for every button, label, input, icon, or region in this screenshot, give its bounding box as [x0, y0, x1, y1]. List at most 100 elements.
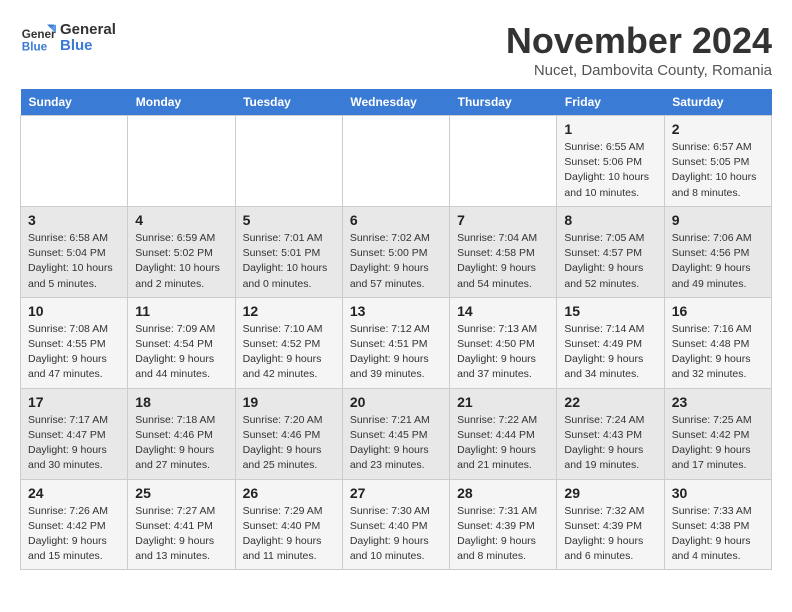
calendar-cell: 19 Sunrise: 7:20 AM Sunset: 4:46 PM Dayli… [235, 388, 342, 479]
day-info: Sunrise: 7:25 AM Sunset: 4:42 PM Dayligh… [672, 413, 764, 474]
day-number: 13 [350, 303, 442, 319]
calendar-cell: 12 Sunrise: 7:10 AM Sunset: 4:52 PM Dayli… [235, 297, 342, 388]
day-number: 30 [672, 485, 764, 501]
calendar-cell: 24 Sunrise: 7:26 AM Sunset: 4:42 PM Dayli… [21, 479, 128, 570]
calendar-cell [128, 116, 235, 207]
day-info: Sunrise: 6:57 AM Sunset: 5:05 PM Dayligh… [672, 140, 764, 201]
calendar-cell: 26 Sunrise: 7:29 AM Sunset: 4:40 PM Dayli… [235, 479, 342, 570]
day-number: 22 [564, 394, 656, 410]
week-row-5: 24 Sunrise: 7:26 AM Sunset: 4:42 PM Dayli… [21, 479, 772, 570]
day-number: 2 [672, 121, 764, 137]
day-info: Sunrise: 7:12 AM Sunset: 4:51 PM Dayligh… [350, 322, 442, 383]
day-number: 16 [672, 303, 764, 319]
logo-text-general: General [60, 22, 116, 39]
day-number: 3 [28, 212, 120, 228]
day-info: Sunrise: 7:31 AM Sunset: 4:39 PM Dayligh… [457, 504, 549, 565]
calendar-cell: 9 Sunrise: 7:06 AM Sunset: 4:56 PM Daylig… [664, 206, 771, 297]
day-number: 17 [28, 394, 120, 410]
day-number: 20 [350, 394, 442, 410]
calendar-cell: 28 Sunrise: 7:31 AM Sunset: 4:39 PM Dayli… [450, 479, 557, 570]
calendar-table: SundayMondayTuesdayWednesdayThursdayFrid… [20, 89, 772, 570]
day-number: 9 [672, 212, 764, 228]
day-number: 1 [564, 121, 656, 137]
day-info: Sunrise: 7:01 AM Sunset: 5:01 PM Dayligh… [243, 231, 335, 292]
day-info: Sunrise: 7:32 AM Sunset: 4:39 PM Dayligh… [564, 504, 656, 565]
calendar-cell: 21Sunrise: 7:22 AM Sunset: 4:44 PM Dayli… [450, 388, 557, 479]
day-info: Sunrise: 7:17 AM Sunset: 4:47 PM Dayligh… [28, 413, 120, 474]
calendar-cell: 2 Sunrise: 6:57 AM Sunset: 5:05 PM Daylig… [664, 116, 771, 207]
week-row-4: 17 Sunrise: 7:17 AM Sunset: 4:47 PM Dayli… [21, 388, 772, 479]
day-info: Sunrise: 7:24 AM Sunset: 4:43 PM Dayligh… [564, 413, 656, 474]
calendar-cell: 30 Sunrise: 7:33 AM Sunset: 4:38 PM Dayli… [664, 479, 771, 570]
calendar-cell: 22 Sunrise: 7:24 AM Sunset: 4:43 PM Dayli… [557, 388, 664, 479]
header-wednesday: Wednesday [342, 89, 449, 116]
day-info: Sunrise: 7:33 AM Sunset: 4:38 PM Dayligh… [672, 504, 764, 565]
calendar-cell: 29 Sunrise: 7:32 AM Sunset: 4:39 PM Dayli… [557, 479, 664, 570]
calendar-cell: 1 Sunrise: 6:55 AM Sunset: 5:06 PM Daylig… [557, 116, 664, 207]
day-info: Sunrise: 7:18 AM Sunset: 4:46 PM Dayligh… [135, 413, 227, 474]
day-number: 4 [135, 212, 227, 228]
day-info: Sunrise: 7:14 AM Sunset: 4:49 PM Dayligh… [564, 322, 656, 383]
page-header: General Blue General Blue November 2024 … [20, 20, 772, 79]
svg-text:Blue: Blue [22, 41, 48, 54]
day-info: Sunrise: 7:06 AM Sunset: 4:56 PM Dayligh… [672, 231, 764, 292]
title-area: November 2024 Nucet, Dambovita County, R… [506, 20, 772, 79]
week-row-3: 10Sunrise: 7:08 AM Sunset: 4:55 PM Dayli… [21, 297, 772, 388]
day-info: Sunrise: 7:26 AM Sunset: 4:42 PM Dayligh… [28, 504, 120, 565]
calendar-cell: 23Sunrise: 7:25 AM Sunset: 4:42 PM Dayli… [664, 388, 771, 479]
day-info: Sunrise: 7:30 AM Sunset: 4:40 PM Dayligh… [350, 504, 442, 565]
calendar-cell: 11Sunrise: 7:09 AM Sunset: 4:54 PM Dayli… [128, 297, 235, 388]
calendar-cell: 27 Sunrise: 7:30 AM Sunset: 4:40 PM Dayli… [342, 479, 449, 570]
header-saturday: Saturday [664, 89, 771, 116]
calendar-cell: 10Sunrise: 7:08 AM Sunset: 4:55 PM Dayli… [21, 297, 128, 388]
day-number: 14 [457, 303, 549, 319]
day-number: 11 [135, 303, 227, 319]
calendar-cell [450, 116, 557, 207]
header-friday: Friday [557, 89, 664, 116]
day-number: 5 [243, 212, 335, 228]
day-number: 19 [243, 394, 335, 410]
day-number: 18 [135, 394, 227, 410]
day-info: Sunrise: 7:13 AM Sunset: 4:50 PM Dayligh… [457, 322, 549, 383]
location-subtitle: Nucet, Dambovita County, Romania [506, 62, 772, 79]
day-number: 28 [457, 485, 549, 501]
day-number: 24 [28, 485, 120, 501]
day-info: Sunrise: 7:27 AM Sunset: 4:41 PM Dayligh… [135, 504, 227, 565]
week-row-1: 1 Sunrise: 6:55 AM Sunset: 5:06 PM Daylig… [21, 116, 772, 207]
day-info: Sunrise: 7:02 AM Sunset: 5:00 PM Dayligh… [350, 231, 442, 292]
day-info: Sunrise: 7:04 AM Sunset: 4:58 PM Dayligh… [457, 231, 549, 292]
day-info: Sunrise: 7:05 AM Sunset: 4:57 PM Dayligh… [564, 231, 656, 292]
calendar-cell: 5 Sunrise: 7:01 AM Sunset: 5:01 PM Daylig… [235, 206, 342, 297]
calendar-cell: 6Sunrise: 7:02 AM Sunset: 5:00 PM Daylig… [342, 206, 449, 297]
day-number: 27 [350, 485, 442, 501]
calendar-cell: 8Sunrise: 7:05 AM Sunset: 4:57 PM Daylig… [557, 206, 664, 297]
day-info: Sunrise: 7:16 AM Sunset: 4:48 PM Dayligh… [672, 322, 764, 383]
day-number: 29 [564, 485, 656, 501]
calendar-cell: 13 Sunrise: 7:12 AM Sunset: 4:51 PM Dayli… [342, 297, 449, 388]
day-number: 12 [243, 303, 335, 319]
header-thursday: Thursday [450, 89, 557, 116]
calendar-header: SundayMondayTuesdayWednesdayThursdayFrid… [21, 89, 772, 116]
day-info: Sunrise: 7:22 AM Sunset: 4:44 PM Dayligh… [457, 413, 549, 474]
day-info: Sunrise: 7:29 AM Sunset: 4:40 PM Dayligh… [243, 504, 335, 565]
day-number: 7 [457, 212, 549, 228]
day-info: Sunrise: 7:20 AM Sunset: 4:46 PM Dayligh… [243, 413, 335, 474]
day-number: 25 [135, 485, 227, 501]
day-info: Sunrise: 6:59 AM Sunset: 5:02 PM Dayligh… [135, 231, 227, 292]
header-row: SundayMondayTuesdayWednesdayThursdayFrid… [21, 89, 772, 116]
calendar-cell: 4 Sunrise: 6:59 AM Sunset: 5:02 PM Daylig… [128, 206, 235, 297]
calendar-cell: 25 Sunrise: 7:27 AM Sunset: 4:41 PM Dayli… [128, 479, 235, 570]
header-sunday: Sunday [21, 89, 128, 116]
day-info: Sunrise: 7:10 AM Sunset: 4:52 PM Dayligh… [243, 322, 335, 383]
day-number: 26 [243, 485, 335, 501]
calendar-cell [342, 116, 449, 207]
calendar-cell: 7 Sunrise: 7:04 AM Sunset: 4:58 PM Daylig… [450, 206, 557, 297]
day-info: Sunrise: 7:21 AM Sunset: 4:45 PM Dayligh… [350, 413, 442, 474]
calendar-cell: 20 Sunrise: 7:21 AM Sunset: 4:45 PM Dayli… [342, 388, 449, 479]
calendar-cell: 17 Sunrise: 7:17 AM Sunset: 4:47 PM Dayli… [21, 388, 128, 479]
day-number: 15 [564, 303, 656, 319]
logo-icon: General Blue [20, 20, 56, 56]
day-info: Sunrise: 6:55 AM Sunset: 5:06 PM Dayligh… [564, 140, 656, 201]
day-info: Sunrise: 6:58 AM Sunset: 5:04 PM Dayligh… [28, 231, 120, 292]
day-number: 10 [28, 303, 120, 319]
